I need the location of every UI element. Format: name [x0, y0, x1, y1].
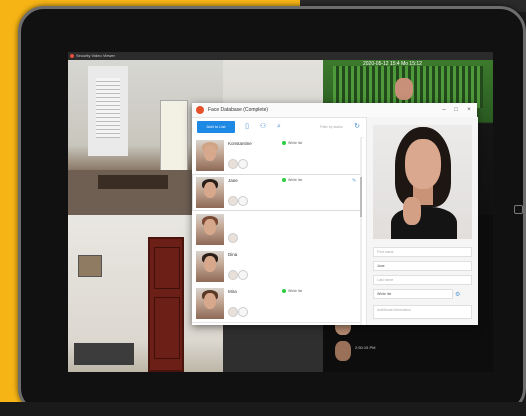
tablet-home-button: [514, 205, 523, 214]
settings-icon[interactable]: ⚙: [455, 291, 460, 298]
toolbar: Add to List ▯ ⚇ ⌕ Filter by status ↻: [192, 117, 364, 138]
background-bottom: [0, 402, 526, 416]
app-logo-icon: [70, 54, 74, 58]
detected-face: [395, 78, 413, 100]
person-name: Jane: [228, 178, 238, 183]
list-scrollbar[interactable]: [360, 137, 362, 325]
avatar: [196, 251, 224, 282]
status-dot-icon: [282, 289, 286, 294]
status-badge: White list: [282, 289, 302, 294]
maximize-button[interactable]: □: [450, 103, 462, 117]
status-dot-icon: [282, 178, 286, 183]
person-list: Konstantine White list Jane White list ✎…: [192, 137, 362, 325]
last-name-field[interactable]: Last name: [373, 275, 472, 285]
edit-icon[interactable]: ✎: [352, 178, 356, 184]
group-icon[interactable]: ⚇: [258, 122, 268, 132]
face-sample-icon[interactable]: [228, 159, 238, 169]
refresh-icon[interactable]: ↻: [352, 122, 362, 132]
list-item[interactable]: Jane White list ✎: [192, 174, 362, 212]
status-filter[interactable]: Filter by status: [320, 122, 343, 132]
minimize-button[interactable]: –: [438, 103, 450, 117]
status-select[interactable]: White list: [373, 289, 453, 299]
status-badge: White list: [282, 141, 302, 146]
close-button[interactable]: ×: [463, 103, 475, 117]
list-item[interactable]: [192, 211, 362, 249]
app-title: Security Video Viewer: [76, 53, 115, 58]
add-person-button[interactable]: Add to List: [197, 121, 235, 133]
add-sample-icon[interactable]: [238, 159, 248, 169]
avatar: [196, 177, 224, 208]
person-details-panel: First name Jane Last name White list ⚙ A…: [366, 117, 478, 325]
face-sample-icon[interactable]: [228, 196, 238, 206]
app-titlebar: Security Video Viewer: [68, 52, 493, 60]
person-photo: [373, 125, 472, 239]
person-name: Mira: [228, 289, 237, 294]
list-item[interactable]: Dina: [192, 248, 362, 286]
delete-icon[interactable]: ▯: [242, 122, 252, 132]
search-icon[interactable]: ⌕: [274, 122, 284, 132]
app-logo-icon: [196, 106, 204, 114]
camera-timestamp: 2020-05-12 15:4 Mo 15:12: [363, 61, 422, 67]
event-face-thumbnail: [335, 341, 351, 361]
person-name: Konstantine: [228, 141, 252, 146]
add-sample-icon[interactable]: [238, 307, 248, 317]
status-dot-icon: [282, 141, 286, 146]
face-sample-icon[interactable]: [228, 270, 238, 280]
add-sample-icon[interactable]: [238, 270, 248, 280]
avatar: [196, 140, 224, 171]
event-time-label: 2:50:15 PM: [355, 345, 376, 350]
list-item[interactable]: Mira White list: [192, 285, 362, 323]
face-sample-icon[interactable]: [228, 307, 238, 317]
name-field[interactable]: Jane: [373, 261, 472, 271]
status-badge: White list: [282, 178, 302, 183]
first-name-field[interactable]: First name: [373, 247, 472, 257]
dialog-titlebar: Face Database (Complete) – □ ×: [192, 103, 477, 118]
avatar: [196, 214, 224, 245]
additional-info-field[interactable]: Additional information: [373, 305, 472, 319]
list-item[interactable]: Konstantine White list: [192, 137, 362, 175]
person-name: Dina: [228, 252, 238, 257]
dialog-title: Face Database (Complete): [208, 107, 269, 113]
avatar: [196, 288, 224, 319]
face-database-dialog: Face Database (Complete) – □ × Add to Li…: [192, 103, 478, 325]
face-sample-icon[interactable]: [228, 233, 238, 243]
add-sample-icon[interactable]: [238, 196, 248, 206]
